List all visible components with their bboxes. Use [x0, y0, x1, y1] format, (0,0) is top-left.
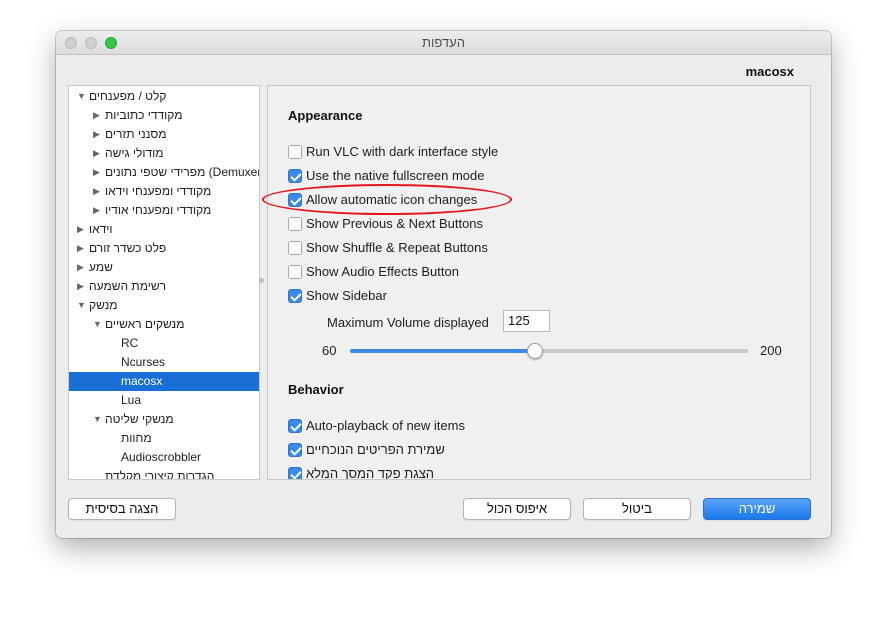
disclosure-closed-icon[interactable]: ▶	[93, 201, 100, 220]
tree-item[interactable]: ▶ מפרידי שטפי נתונים (Demuxers)	[69, 163, 259, 182]
tree-item-label: מקודדי ומפענחי וידאו	[105, 184, 212, 198]
title-bar: העדפות	[56, 31, 831, 55]
option-label: Auto-playback of new items	[306, 418, 465, 433]
tree-item-label: מסנני תזרים	[105, 127, 167, 141]
option-label: Show Sidebar	[306, 288, 387, 303]
tree-item[interactable]: הגדרות קיצורי מקלדת	[69, 467, 259, 480]
appearance-title: Appearance	[288, 108, 363, 123]
tree-item-label: מחוות	[121, 431, 152, 445]
preferences-window: העדפות macosx ▼ קלט / מפענחים ▶ מקודדי כתוב…	[56, 31, 831, 538]
splitter-handle[interactable]	[259, 278, 264, 283]
tree-item[interactable]: ▶ מקודדי כתוביות	[69, 106, 259, 125]
disclosure-closed-icon[interactable]: ▶	[77, 258, 84, 277]
tree-item-label: וידאו	[89, 222, 113, 236]
checkbox-checked[interactable]	[288, 467, 302, 479]
max-volume-field[interactable]: 125	[503, 310, 550, 332]
tree-item-label: RC	[121, 336, 139, 350]
save-button[interactable]: שמירה	[703, 498, 811, 520]
disclosure-closed-icon[interactable]: ▶	[77, 277, 84, 296]
disclosure-closed-icon[interactable]: ▶	[93, 125, 100, 144]
disclosure-open-icon[interactable]: ▼	[93, 315, 102, 334]
volume-slider-max: 200	[760, 343, 782, 358]
tree-item-label: קלט / מפענחים	[89, 89, 167, 103]
option-label: Show Shuffle & Repeat Buttons	[306, 240, 488, 255]
checkbox-unchecked[interactable]	[288, 241, 302, 255]
behavior-title: Behavior	[288, 382, 344, 397]
max-volume-label: Maximum Volume displayed	[327, 315, 489, 330]
tree-item[interactable]: Audioscrobbler	[69, 448, 259, 467]
tree-item-label: מקודדי ומפענחי אודיו	[105, 203, 212, 217]
tree-item[interactable]: ▼ מנשקים ראשיים	[69, 315, 259, 334]
option-label: Allow automatic icon changes	[306, 192, 478, 207]
checkbox-checked[interactable]	[288, 289, 302, 303]
volume-slider-min: 60	[322, 343, 337, 358]
disclosure-closed-icon[interactable]: ▶	[77, 239, 84, 258]
tree-item[interactable]: ▶ מקודדי ומפענחי וידאו	[69, 182, 259, 201]
tree-item[interactable]: ▼ מנשק	[69, 296, 259, 315]
tree-item-label: שמע	[89, 260, 113, 274]
tree-item[interactable]: Lua	[69, 391, 259, 410]
tree-item-label: מודולי גישה	[105, 146, 164, 160]
tree-item-label: מפרידי שטפי נתונים (Demuxers)	[105, 165, 259, 179]
option-label: שמירת הפריטים הנוכחיים	[306, 442, 445, 457]
tree-item-label: פלט כשדר זורם	[89, 241, 167, 255]
checkbox-unchecked[interactable]	[288, 265, 302, 279]
tree-item[interactable]: מחוות	[69, 429, 259, 448]
disclosure-closed-icon[interactable]: ▶	[93, 106, 100, 125]
tree-item[interactable]: ▶ מקודדי ומפענחי אודיו	[69, 201, 259, 220]
disclosure-closed-icon[interactable]: ▶	[93, 182, 100, 201]
tree-item[interactable]: macosx	[69, 372, 259, 391]
tree-item-label: מנשקים ראשיים	[105, 317, 185, 331]
preferences-tree[interactable]: ▼ קלט / מפענחים ▶ מקודדי כתוביות ▶ מסנני תזרי…	[68, 85, 260, 480]
tree-item[interactable]: ▶ שמע	[69, 258, 259, 277]
checkbox-unchecked[interactable]	[288, 217, 302, 231]
disclosure-open-icon[interactable]: ▼	[77, 296, 86, 315]
tree-item[interactable]: ▼ קלט / מפענחים	[69, 87, 259, 106]
tree-item[interactable]: ▼ מנשקי שליטה	[69, 410, 259, 429]
tree-item-label: מנשק	[89, 298, 118, 312]
tree-item-label: Lua	[121, 393, 142, 407]
option-label: Use the native fullscreen mode	[306, 168, 485, 183]
reset-all-button[interactable]: איפוס הכול	[463, 498, 571, 520]
tree-item-label: macosx	[121, 374, 163, 388]
basic-view-button[interactable]: הצגה בסיסית	[68, 498, 176, 520]
checkbox-checked[interactable]	[288, 169, 302, 183]
option-label: Run VLC with dark interface style	[306, 144, 499, 159]
tree-item-label: הגדרות קיצורי מקלדת	[105, 469, 215, 480]
tree-item[interactable]: RC	[69, 334, 259, 353]
volume-slider-fill	[350, 349, 535, 353]
section-label: macosx	[745, 64, 794, 79]
tree-item[interactable]: ▶ מסנני תזרים	[69, 125, 259, 144]
tree-item[interactable]: ▶ מודולי גישה	[69, 144, 259, 163]
checkbox-checked[interactable]	[288, 443, 302, 457]
disclosure-open-icon[interactable]: ▼	[93, 410, 102, 429]
checkbox-checked[interactable]	[288, 193, 302, 207]
option-label: Show Previous & Next Buttons	[306, 216, 484, 231]
disclosure-closed-icon[interactable]: ▶	[93, 163, 100, 182]
option-label: הצגת פקד המסך המלא	[306, 466, 435, 480]
checkbox-checked[interactable]	[288, 419, 302, 433]
window-title: העדפות	[422, 35, 465, 50]
tree-item[interactable]: Ncurses	[69, 353, 259, 372]
option-label: Show Audio Effects Button	[306, 264, 459, 279]
tree-item[interactable]: ▶ וידאו	[69, 220, 259, 239]
tree-item-label: מנשקי שליטה	[105, 412, 174, 426]
disclosure-closed-icon[interactable]: ▶	[93, 144, 100, 163]
tree-item-label: רשימת השמעה	[89, 279, 166, 293]
volume-slider-track[interactable]	[350, 349, 748, 353]
tree-item[interactable]: ▶ רשימת השמעה	[69, 277, 259, 296]
checkbox-unchecked[interactable]	[288, 145, 302, 159]
disclosure-closed-icon[interactable]: ▶	[77, 220, 84, 239]
cancel-button[interactable]: ביטול	[583, 498, 691, 520]
volume-slider-thumb[interactable]	[526, 343, 543, 359]
tree-item-label: Ncurses	[121, 355, 166, 369]
tree-item[interactable]: ▶ פלט כשדר זורם	[69, 239, 259, 258]
tree-item-label: Audioscrobbler	[121, 450, 202, 464]
disclosure-open-icon[interactable]: ▼	[77, 87, 86, 106]
tree-item-label: מקודדי כתוביות	[105, 108, 183, 122]
settings-panel: Appearance Run VLC with dark interface s…	[267, 85, 811, 480]
